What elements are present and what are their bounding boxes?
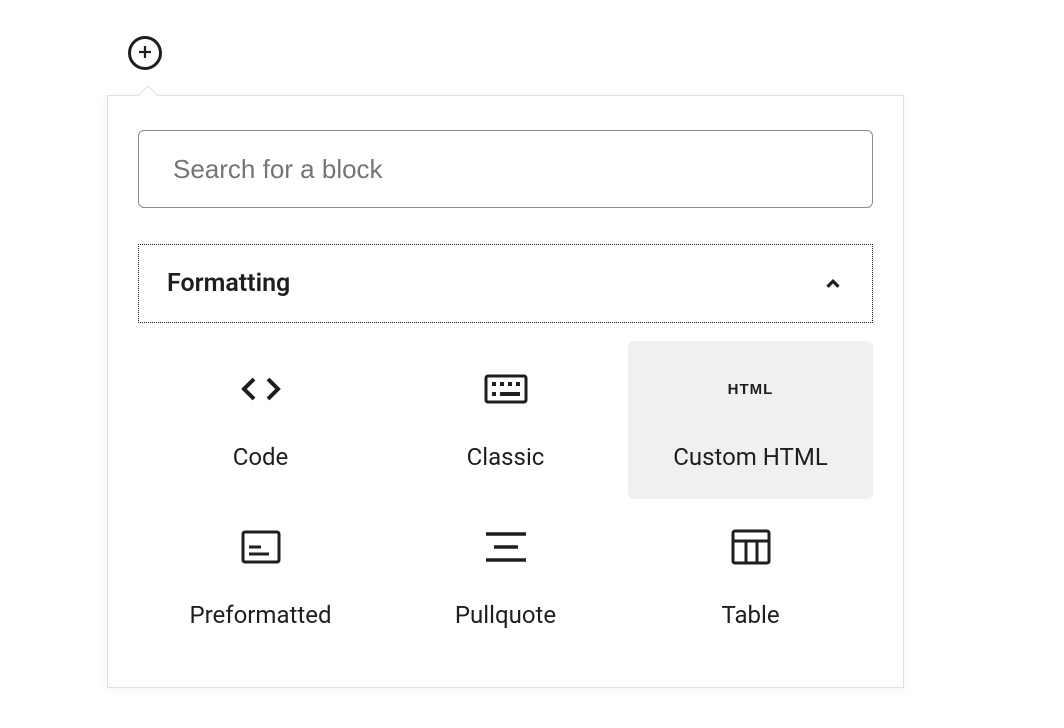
search-input[interactable] (138, 130, 873, 208)
blocks-grid: Code Classic (138, 341, 873, 657)
popover-arrow (136, 84, 160, 96)
block-label: Pullquote (455, 601, 556, 629)
preformatted-icon (237, 527, 285, 567)
add-block-button[interactable] (128, 36, 162, 70)
pullquote-icon (482, 527, 530, 567)
html-icon: HTML (727, 369, 775, 409)
chevron-up-icon (822, 273, 844, 295)
keyboard-icon (482, 369, 530, 409)
block-label: Table (721, 601, 779, 629)
block-item-classic[interactable]: Classic (383, 341, 628, 499)
block-label: Preformatted (189, 601, 331, 629)
block-label: Custom HTML (673, 443, 828, 471)
block-item-pullquote[interactable]: Pullquote (383, 499, 628, 657)
code-icon (237, 369, 285, 409)
category-title: Formatting (167, 269, 290, 298)
plus-icon (136, 43, 154, 64)
block-item-preformatted[interactable]: Preformatted (138, 499, 383, 657)
block-item-table[interactable]: Table (628, 499, 873, 657)
block-label: Classic (467, 443, 545, 471)
category-header-formatting[interactable]: Formatting (138, 244, 873, 323)
table-icon (727, 527, 775, 567)
block-item-custom-html[interactable]: HTML Custom HTML (628, 341, 873, 499)
block-item-code[interactable]: Code (138, 341, 383, 499)
block-inserter-popover: Formatting Code (107, 95, 904, 688)
block-label: Code (233, 443, 289, 471)
